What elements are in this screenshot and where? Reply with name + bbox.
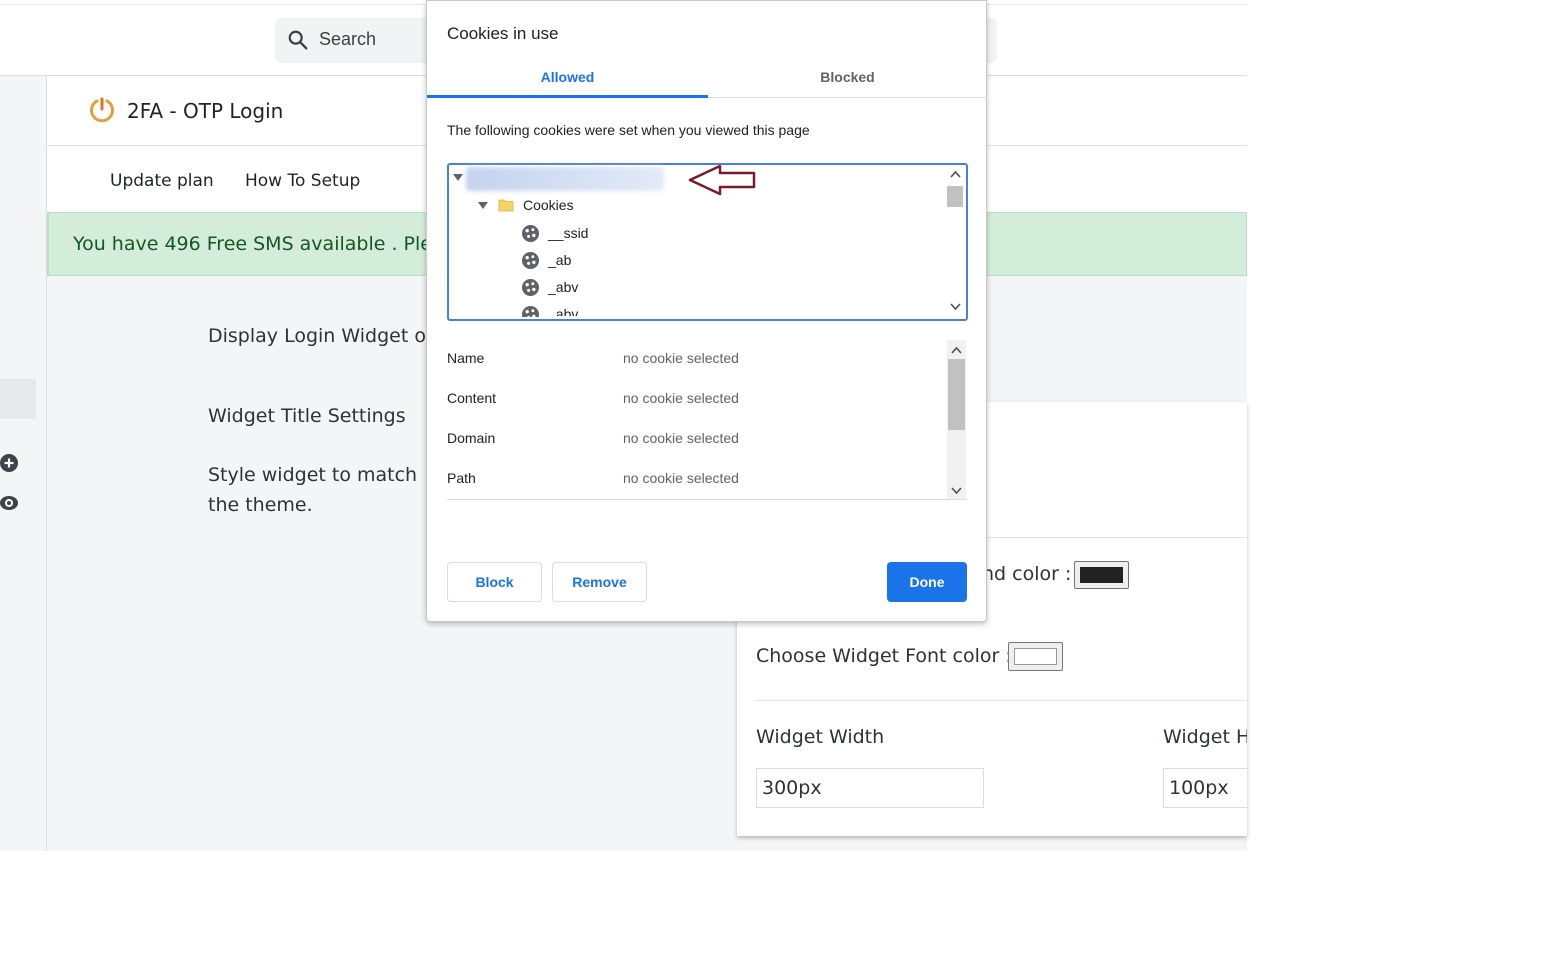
tree-cookie-item[interactable]: _ab — [548, 252, 571, 268]
bg-color-swatch[interactable] — [1080, 567, 1123, 583]
plugin-logo-icon — [90, 97, 114, 123]
tree-cookie-item[interactable]: __ssid — [548, 225, 588, 241]
tab-allowed-indicator — [427, 95, 708, 98]
widget-height-input[interactable] — [1163, 768, 1247, 808]
redacted-domain[interactable] — [466, 167, 664, 191]
font-color-label: Choose Widget Font color : — [756, 645, 1012, 667]
chevron-icon[interactable] — [947, 340, 966, 499]
left-arrow-annotation-icon — [688, 164, 756, 196]
cookie-icon — [521, 224, 540, 243]
widget-height-label: Widget H — [1163, 726, 1247, 748]
cookie-icon — [521, 305, 540, 317]
search-placeholder[interactable]: Search — [319, 29, 376, 50]
divider — [982, 537, 1247, 538]
properties-divider — [447, 499, 967, 500]
plugin-title: 2FA - OTP Login — [127, 99, 284, 123]
widget-width-input[interactable] — [756, 768, 984, 808]
font-color-swatch[interactable] — [1014, 648, 1057, 665]
eye-icon[interactable] — [0, 494, 20, 512]
widget-width-label: Widget Width — [756, 726, 885, 748]
done-button[interactable]: Done — [887, 562, 967, 602]
dialog-description: The following cookies were set when you … — [447, 122, 810, 138]
cookie-property-value: no cookie selected — [623, 470, 739, 486]
tree-scroll-thumb[interactable] — [947, 186, 963, 207]
cookie-property-value: no cookie selected — [623, 350, 739, 366]
cookie-property-label: Name — [447, 350, 485, 366]
cookie-icon — [521, 278, 540, 297]
nav-how-to-setup[interactable]: How To Setup — [245, 171, 360, 191]
folder-icon — [498, 199, 514, 212]
style-widget-description: Style widget to match the theme. — [208, 464, 418, 516]
rail-active-item[interactable] — [0, 379, 36, 419]
tab-allowed[interactable]: Allowed — [427, 62, 708, 98]
expand-triangle-icon[interactable] — [478, 202, 488, 209]
tree-folder-cookies[interactable]: Cookies — [523, 197, 574, 213]
search-icon — [288, 30, 308, 50]
dialog-title: Cookies in use — [447, 24, 559, 43]
tree-cookie-item[interactable]: _abv — [548, 279, 578, 295]
nav-update-plan[interactable]: Update plan — [110, 171, 214, 191]
cookie-property-label: Domain — [447, 430, 496, 446]
cookie-property-value: no cookie selected — [623, 430, 739, 446]
widget-title-settings-heading: Widget Title Settings — [208, 405, 406, 427]
cookie-property-label: Content — [447, 390, 497, 406]
plus-circle-icon[interactable] — [0, 453, 20, 473]
tree-cookie-item[interactable]: _abv — [548, 306, 578, 316]
display-login-widget-heading: Display Login Widget on — [208, 325, 438, 347]
cookie-property-label: Path — [447, 470, 476, 486]
tab-blocked[interactable]: Blocked — [708, 62, 987, 98]
cookie-icon — [521, 251, 540, 270]
cookie-property-value: no cookie selected — [623, 390, 739, 406]
divider — [756, 700, 1247, 701]
block-button[interactable]: Block — [447, 562, 542, 602]
remove-button[interactable]: Remove — [552, 562, 647, 602]
sms-notice-text: You have 496 Free SMS available . Please — [73, 233, 466, 255]
expand-triangle-icon[interactable] — [453, 174, 463, 181]
bg-color-label: nd color : — [982, 563, 1072, 585]
